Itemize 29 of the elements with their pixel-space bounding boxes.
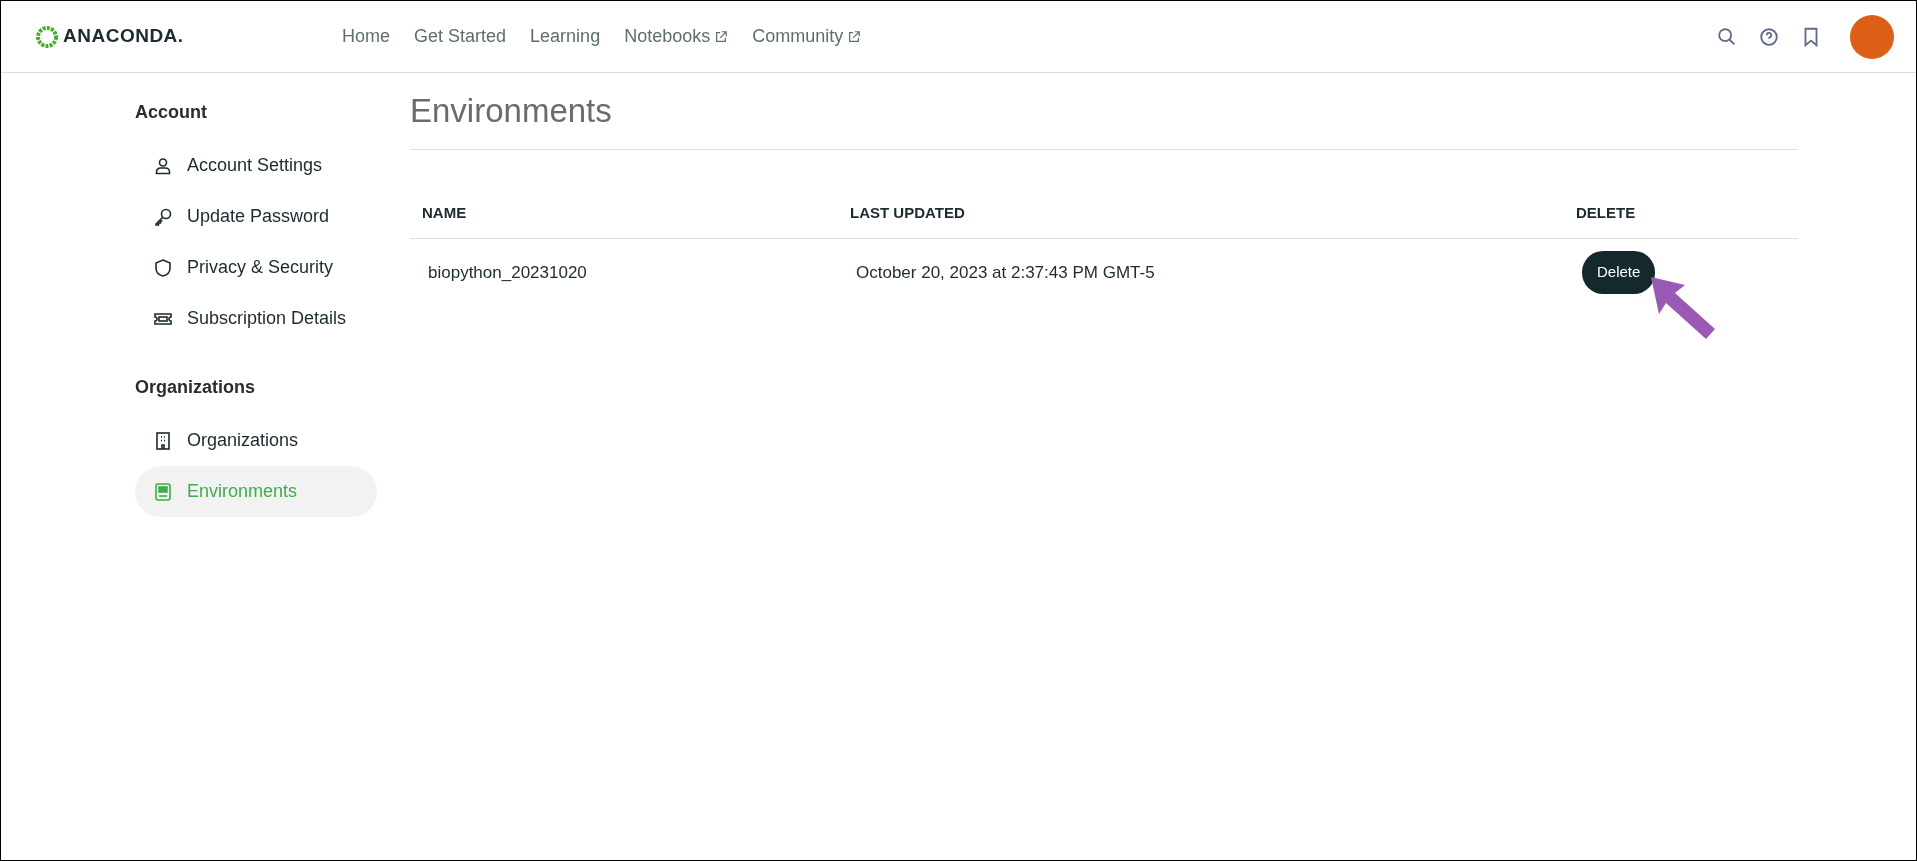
logo-icon xyxy=(35,24,59,49)
table-cell-text: October 20, 2023 at 2:37:43 PM GMT-5 xyxy=(856,261,1156,284)
section-heading: Account xyxy=(135,101,208,124)
search-icon[interactable] xyxy=(1716,25,1738,48)
section-heading: Organizations xyxy=(135,376,256,399)
sidebar-item[interactable]: Organizations xyxy=(135,415,377,466)
key-icon xyxy=(153,206,173,227)
monitor-icon xyxy=(153,481,173,502)
sidebar-item[interactable]: Account Settings xyxy=(135,140,377,191)
nav-link[interactable]: Home xyxy=(342,23,390,50)
shield-icon xyxy=(153,257,173,278)
sidebar-item[interactable]: Update Password xyxy=(135,191,377,242)
delete-button[interactable]: Delete xyxy=(1582,251,1656,294)
nav-link[interactable]: Learning xyxy=(530,23,601,50)
help-icon[interactable] xyxy=(1758,25,1780,48)
column-header: DELETE xyxy=(1576,202,1636,223)
nav-link[interactable]: Notebooks xyxy=(624,23,729,50)
nav-link[interactable]: Community xyxy=(752,23,862,50)
nav-link[interactable]: Get Started xyxy=(414,23,507,50)
table-cell-text: biopython_20231020 xyxy=(428,261,588,284)
sidebar-item[interactable]: Privacy & Security xyxy=(135,242,377,293)
person-icon xyxy=(153,155,173,176)
column-header: LAST UPDATED xyxy=(850,202,966,223)
sidebar-item[interactable]: Subscription Details xyxy=(135,293,377,344)
user-avatar[interactable] xyxy=(1850,14,1894,59)
page-title: Environments xyxy=(410,91,1798,150)
column-header: NAME xyxy=(422,202,468,223)
building-icon xyxy=(153,430,173,451)
brand-name: ANACONDA. xyxy=(63,24,184,49)
